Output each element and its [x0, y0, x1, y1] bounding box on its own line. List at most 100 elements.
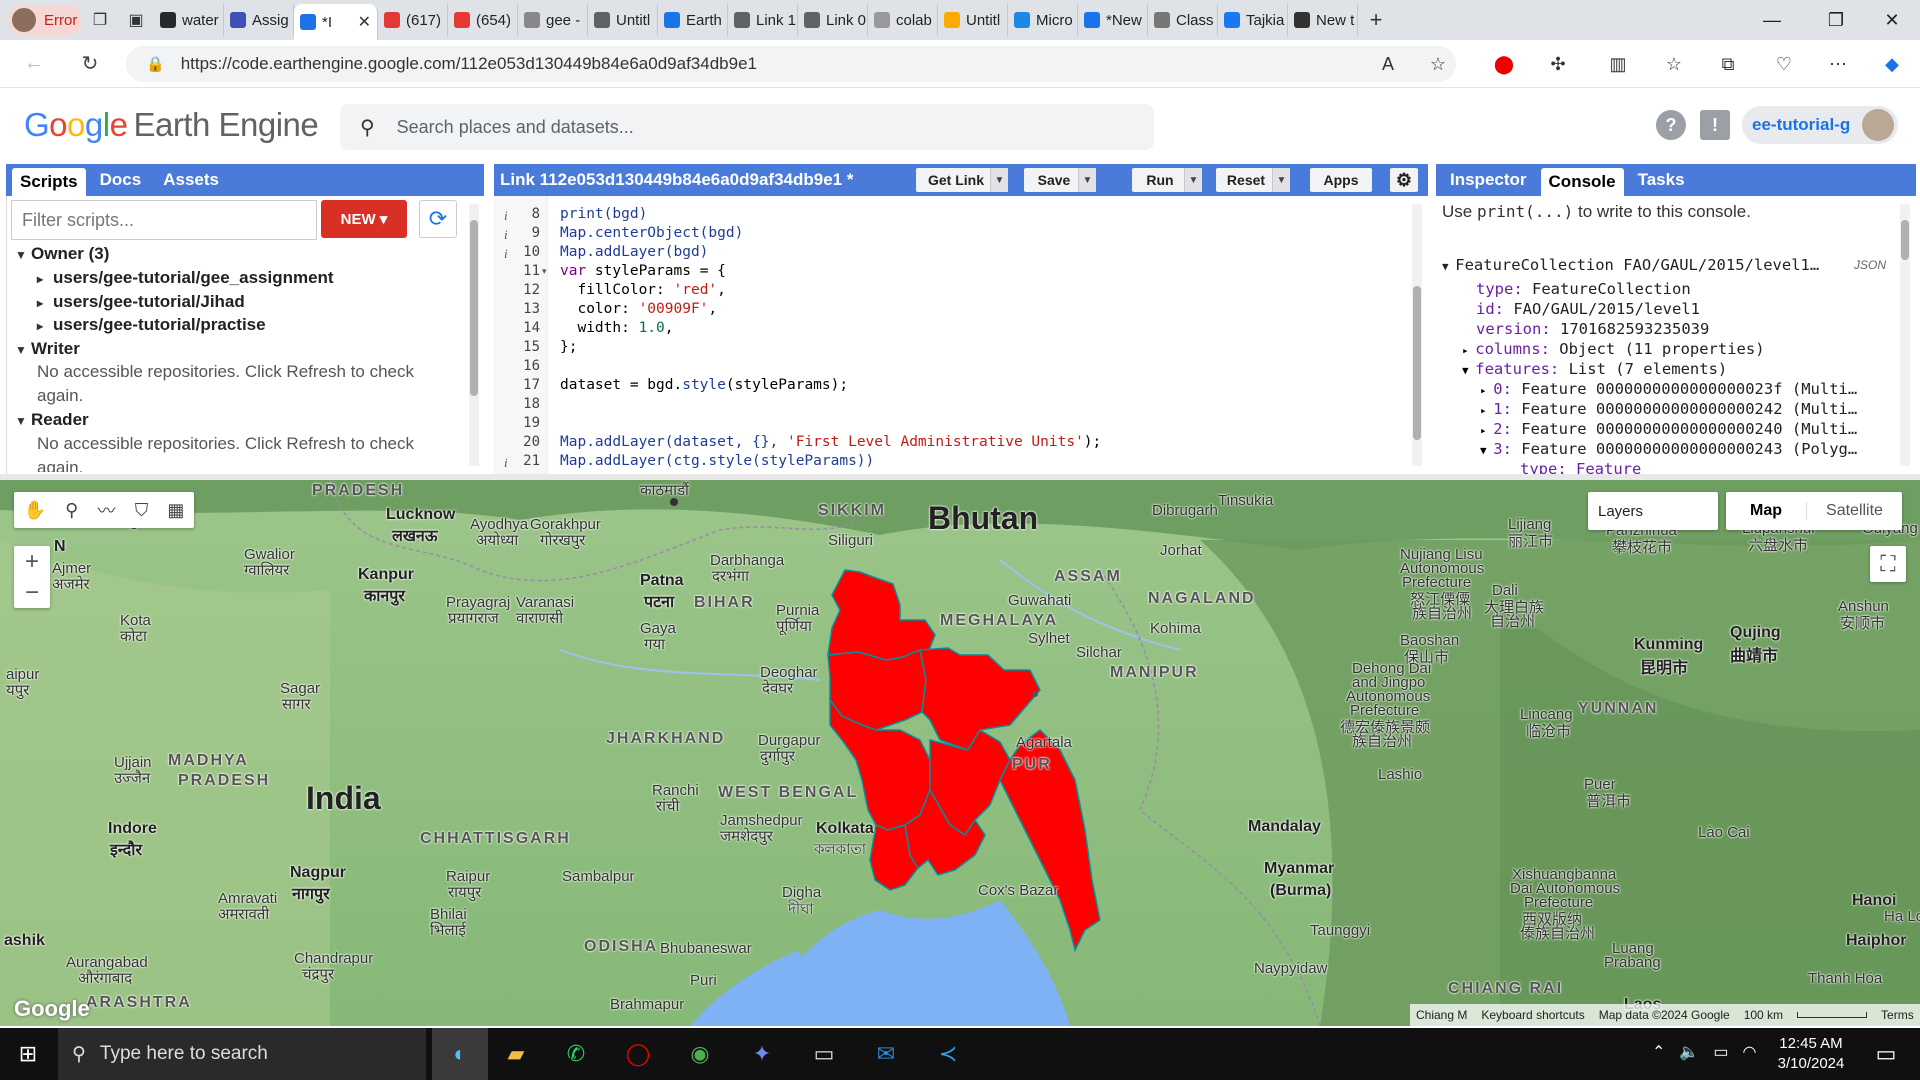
map-type-satellite[interactable]: Satellite — [1806, 502, 1902, 520]
tab-tasks[interactable]: Tasks — [1630, 166, 1693, 194]
browser-tab[interactable]: Link 0 — [798, 4, 868, 36]
browser-tab[interactable]: Tajkia — [1218, 4, 1288, 36]
json-link[interactable]: JSON — [1854, 258, 1886, 272]
file-explorer-icon[interactable]: ▰ — [496, 1034, 536, 1074]
run-button[interactable]: Run — [1132, 168, 1188, 192]
copilot-icon[interactable]: ◆ — [1876, 48, 1908, 80]
chevron-up-icon[interactable]: ⌃ — [1652, 1042, 1665, 1062]
tab-assets[interactable]: Assets — [155, 166, 227, 194]
tab-scripts[interactable]: Scripts — [12, 168, 86, 196]
workspaces-icon[interactable]: ❐ — [82, 4, 118, 36]
run-dropdown[interactable]: ▼ — [1184, 168, 1202, 192]
favorites-icon[interactable]: ☆ — [1658, 48, 1690, 80]
profile-button[interactable]: Error — [8, 5, 82, 35]
console-columns[interactable]: ▸ columns: Object (11 properties) — [1462, 340, 1765, 358]
browser-tab[interactable]: Earth — [658, 4, 728, 36]
browser-tab[interactable]: *I ✕ — [294, 4, 378, 40]
apps-button[interactable]: Apps — [1310, 168, 1372, 192]
help-icon[interactable]: ? — [1656, 110, 1686, 140]
draw-rectangle-icon[interactable]: ▦ — [167, 500, 184, 521]
browser-tab[interactable]: gee - — [518, 4, 588, 36]
browser-tab[interactable]: Assig — [224, 4, 294, 36]
console-features[interactable]: ▼ features: List (7 elements) — [1462, 360, 1727, 378]
browser-tab[interactable]: Link 1 — [728, 4, 798, 36]
info-icon[interactable]: i — [504, 455, 508, 471]
tree-repo[interactable]: ▸ users/gee-tutorial/practise — [37, 315, 266, 335]
browser-tab[interactable]: Untitl — [588, 4, 658, 36]
wifi-icon[interactable]: ◠ — [1742, 1042, 1756, 1062]
browser-tab[interactable]: Untitl — [938, 4, 1008, 36]
outlook-icon[interactable]: ✉ — [866, 1034, 906, 1074]
maximize-button[interactable]: ❐ — [1808, 0, 1864, 40]
whatsapp-icon[interactable]: ✆ — [556, 1034, 596, 1074]
more-menu-icon[interactable]: ⋯ — [1822, 48, 1854, 80]
tree-repo[interactable]: ▸ users/gee-tutorial/gee_assignment — [37, 268, 334, 288]
fold-arrow-icon[interactable]: ▾ — [542, 266, 547, 277]
feature-item[interactable]: ▸ 0: Feature 0000000000000000023f (Multi… — [1480, 380, 1857, 398]
keyboard-shortcuts-link[interactable]: Keyboard shortcuts — [1481, 1008, 1584, 1022]
tree-writer[interactable]: ▼ Writer — [15, 339, 80, 359]
minimize-button[interactable]: — — [1744, 0, 1800, 40]
fullscreen-icon[interactable]: ⛶ — [1870, 546, 1906, 582]
browser-tab[interactable]: (654) — [448, 4, 518, 36]
collections-icon[interactable]: ⧉ — [1712, 48, 1744, 80]
get-link-button[interactable]: Get Link — [916, 168, 996, 192]
clock[interactable]: 12:45 AM 3/10/2024 — [1768, 1034, 1854, 1074]
feature-item[interactable]: ▸ 1: Feature 00000000000000000242 (Multi… — [1480, 400, 1857, 418]
info-icon[interactable]: i — [504, 227, 508, 243]
filter-scripts-input[interactable]: Filter scripts... — [11, 200, 317, 240]
tab-console[interactable]: Console — [1540, 168, 1624, 196]
terms-link[interactable]: Terms — [1881, 1008, 1914, 1022]
volume-icon[interactable]: 🔈 — [1679, 1042, 1699, 1062]
layers-button[interactable]: Layers — [1588, 492, 1718, 530]
pan-hand-icon[interactable]: ✋ — [24, 500, 46, 521]
new-script-button[interactable]: NEW ▾ — [321, 200, 407, 238]
tree-owner[interactable]: ▼ Owner (3) — [15, 244, 109, 264]
browser-tab[interactable]: (617) — [378, 4, 448, 36]
map-type-map[interactable]: Map — [1726, 502, 1806, 520]
notifications-icon[interactable]: ▭ — [1866, 1034, 1906, 1074]
close-window-button[interactable]: ✕ — [1864, 0, 1920, 40]
save-button[interactable]: Save — [1024, 168, 1084, 192]
opera-icon[interactable]: ◯ — [618, 1034, 658, 1074]
search-places-input[interactable]: ⚲ Search places and datasets... — [340, 104, 1154, 150]
code-editor[interactable]: 8 9 10 11 12 13 14 15 16 17 18 19 20 21 i i i i ▾ pri… — [494, 196, 1428, 474]
browser-tab[interactable]: colab — [868, 4, 938, 36]
anaconda-icon[interactable]: ✦ — [742, 1034, 782, 1074]
browser-tab[interactable]: Micro — [1008, 4, 1078, 36]
feature-item[interactable]: ▼ 3: Feature 00000000000000000243 (Polyg… — [1480, 440, 1857, 458]
feedback-icon[interactable]: ! — [1700, 110, 1730, 140]
start-windows-icon[interactable]: ⊞ — [8, 1034, 48, 1074]
url-field[interactable]: 🔒 https://code.earthengine.google.com/112… — [126, 46, 1456, 82]
reset-dropdown[interactable]: ▼ — [1272, 168, 1290, 192]
battery-icon[interactable]: ▭ — [1713, 1042, 1728, 1062]
feature-item[interactable]: ▸ 2: Feature 00000000000000000240 (Multi… — [1480, 420, 1857, 438]
draw-polygon-icon[interactable]: ⛉ — [135, 500, 149, 521]
earth-engine-logo[interactable]: Google Earth Engine — [24, 106, 319, 144]
get-link-dropdown[interactable]: ▼ — [990, 168, 1008, 192]
tree-reader[interactable]: ▼ Reader — [15, 410, 89, 430]
close-tab-icon[interactable]: ✕ — [358, 12, 371, 32]
vscode-icon[interactable]: ≺ — [928, 1034, 968, 1074]
edge-app-icon[interactable]: ◐ — [432, 1028, 488, 1080]
tab-docs[interactable]: Docs — [92, 166, 150, 194]
favorite-star-icon[interactable]: ☆ — [1422, 48, 1454, 80]
tree-repo[interactable]: ▸ users/gee-tutorial/Jihad — [37, 292, 245, 312]
zoom-out-icon[interactable]: − — [25, 579, 39, 607]
scripts-scrollbar[interactable] — [469, 204, 479, 466]
tab-inspector[interactable]: Inspector — [1442, 166, 1535, 194]
settings-gear-icon[interactable]: ⚙ — [1390, 168, 1418, 192]
back-button[interactable]: ← — [14, 44, 54, 84]
new-tab-button[interactable]: + — [1358, 7, 1394, 33]
info-icon[interactable]: i — [504, 246, 508, 262]
user-account-chip[interactable]: ee-tutorial-g — [1742, 106, 1898, 144]
featurecollection-header[interactable]: ▼ FeatureCollection FAO/GAUL/2015/level1… — [1442, 256, 1819, 274]
save-dropdown[interactable]: ▼ — [1078, 168, 1096, 192]
add-marker-icon[interactable]: ⚲ — [65, 500, 78, 521]
console-scrollbar[interactable] — [1900, 204, 1910, 466]
reset-button[interactable]: Reset — [1216, 168, 1276, 192]
browser-tab[interactable]: New t — [1288, 4, 1358, 36]
browser-tab[interactable]: *New — [1078, 4, 1148, 36]
terminal-icon[interactable]: ▭ — [804, 1034, 844, 1074]
draw-line-icon[interactable]: 〰 — [98, 497, 116, 523]
